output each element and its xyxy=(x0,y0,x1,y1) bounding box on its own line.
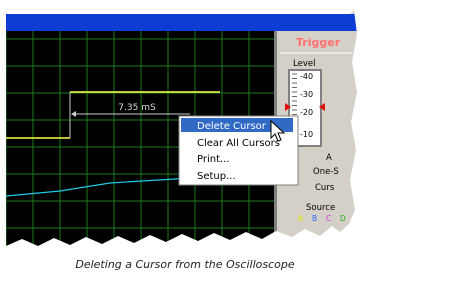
menu-item-clear-all-cursors[interactable]: Clear All Cursors xyxy=(197,138,280,149)
menu-item-print[interactable]: Print... xyxy=(197,154,230,165)
menu-item-setup[interactable]: Setup... xyxy=(197,171,236,182)
source-label: Source xyxy=(306,203,335,213)
level-label: Level xyxy=(293,59,315,69)
oscilloscope-screenshot: 7.35 mS Trigger Level -40 -30 -20 -10 A … xyxy=(6,10,357,246)
source-channel-a[interactable]: A xyxy=(298,214,304,223)
source-channel-c[interactable]: C xyxy=(326,214,331,223)
menu-item-delete-cursor[interactable]: Delete Cursor xyxy=(197,121,267,132)
level-scale-label-30: -30 xyxy=(300,90,313,99)
context-menu: Delete Cursor Clear All Cursors Print...… xyxy=(178,115,299,186)
trigger-side-label-a: A xyxy=(326,153,332,163)
source-channel-d[interactable]: D xyxy=(340,214,346,223)
source-channel-b[interactable]: B xyxy=(312,214,317,223)
trigger-side-label-one-shot: One-S xyxy=(313,167,339,177)
trigger-title: Trigger xyxy=(296,36,341,49)
level-scale-label-10: -10 xyxy=(300,130,313,139)
measurement-value: 7.35 mS xyxy=(118,103,156,113)
title-bar xyxy=(6,14,357,31)
level-scale-label-20: -20 xyxy=(300,108,313,117)
figure-caption: Deleting a Cursor from the Oscilloscope xyxy=(75,258,295,271)
trigger-side-label-cursor: Curs xyxy=(315,183,335,193)
level-scale-label-40: -40 xyxy=(300,72,313,81)
